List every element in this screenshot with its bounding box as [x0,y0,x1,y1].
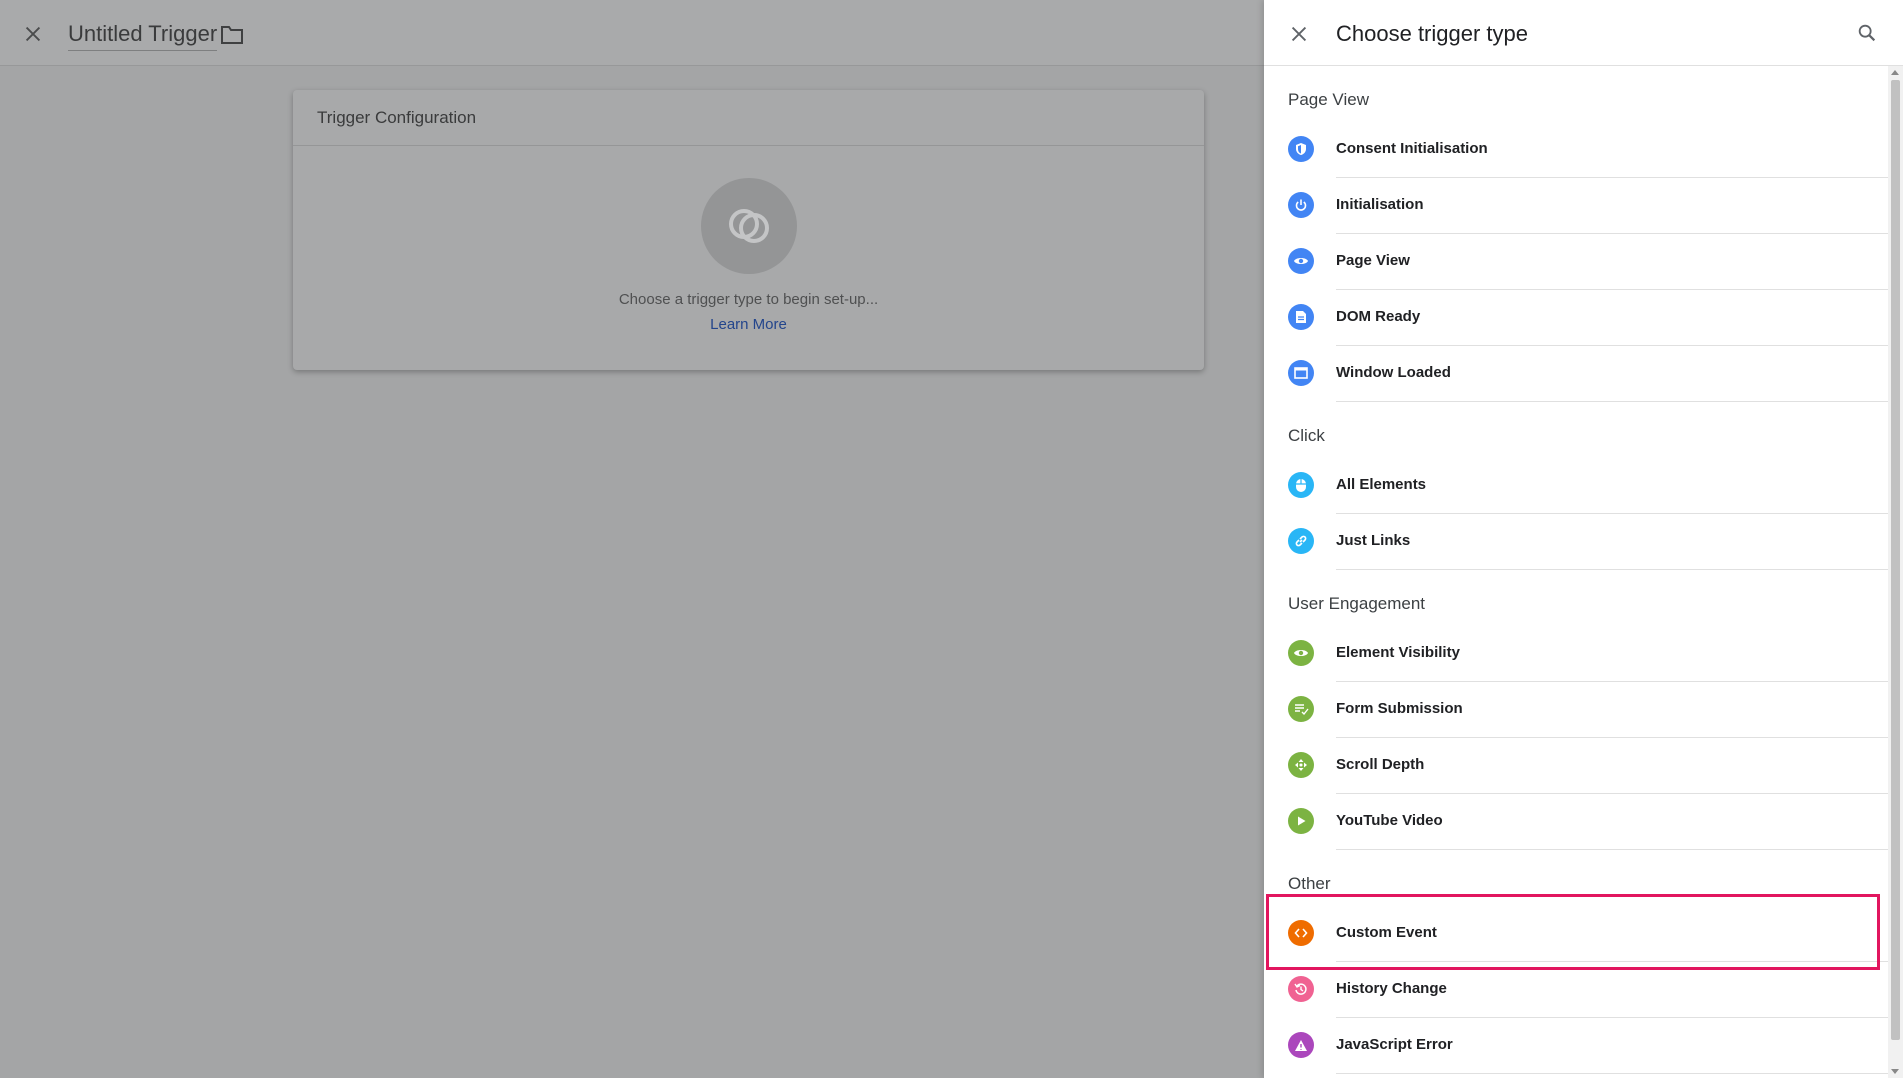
trigger-item-javascript-error[interactable]: JavaScript Error [1264,1018,1888,1074]
trigger-item-label: History Change [1336,980,1447,997]
trigger-item-custom-event[interactable]: Custom Event [1264,906,1888,962]
warning-icon [1288,1032,1314,1058]
panel-title: Choose trigger type [1336,21,1528,46]
section-title-other: Other [1288,874,1331,893]
trigger-item-scroll-depth[interactable]: Scroll Depth [1264,738,1888,794]
search-icon[interactable] [1856,22,1878,44]
trigger-placeholder-icon[interactable] [701,178,797,274]
trigger-item-label: Just Links [1336,532,1411,549]
trigger-item-label: DOM Ready [1336,308,1421,325]
move-arrows-icon [1288,752,1314,778]
mouse-icon [1288,472,1314,498]
shield-icon [1288,136,1314,162]
learn-more-link[interactable]: Learn More [293,316,1204,333]
history-icon [1288,976,1314,1002]
panel-header: Choose trigger type [1264,0,1903,66]
section-title-user-engagement: User Engagement [1288,594,1426,613]
trigger-item-window-loaded[interactable]: Window Loaded [1264,346,1888,402]
trigger-item-youtube-video[interactable]: YouTube Video [1264,794,1888,850]
choose-trigger-type-panel: Choose trigger type Page View Consent In… [1264,0,1903,1078]
trigger-item-label: Initialisation [1336,196,1424,213]
play-icon [1288,808,1314,834]
section-title-page-view: Page View [1288,90,1369,109]
power-icon [1288,192,1314,218]
trigger-item-form-submission[interactable]: Form Submission [1264,682,1888,738]
trigger-item-label: YouTube Video [1336,812,1443,829]
trigger-item-label: Element Visibility [1336,644,1460,661]
trigger-item-just-links[interactable]: Just Links [1264,514,1888,570]
close-icon[interactable] [1288,23,1310,45]
editor-header: Untitled Trigger [0,0,1264,66]
trigger-item-label: Scroll Depth [1336,756,1425,773]
trigger-item-label: Custom Event [1336,924,1437,941]
choose-trigger-hint: Choose a trigger type to begin set-up... [618,291,879,308]
trigger-item-page-view[interactable]: Page View [1264,234,1888,290]
trigger-item-label: JavaScript Error [1336,1036,1453,1053]
trigger-item-consent-initialisation[interactable]: Consent Initialisation [1264,122,1888,178]
trigger-item-initialisation[interactable]: Initialisation [1264,178,1888,234]
trigger-item-history-change[interactable]: History Change [1264,962,1888,1018]
form-check-icon [1288,696,1314,722]
section-title-click: Click [1288,426,1325,445]
document-icon [1288,304,1314,330]
divider [1336,849,1888,850]
divider [1336,1073,1888,1074]
trigger-item-label: Form Submission [1336,700,1463,717]
divider [1336,401,1888,402]
trigger-item-label: Window Loaded [1336,364,1451,381]
code-icon [1288,920,1314,946]
close-icon[interactable] [22,23,44,45]
trigger-item-all-elements[interactable]: All Elements [1264,458,1888,514]
panel-scrollbar[interactable] [1888,66,1903,1078]
trigger-item-element-visibility[interactable]: Element Visibility [1264,626,1888,682]
trigger-name-field[interactable]: Untitled Trigger [68,20,218,51]
eye-icon [1288,248,1314,274]
card-header: Trigger Configuration [293,90,1204,146]
scroll-up-arrow-icon[interactable] [1891,70,1899,75]
divider [1336,569,1888,570]
eye-icon [1288,640,1314,666]
folder-icon[interactable] [220,24,244,46]
trigger-configuration-card[interactable]: Trigger Configuration Choose a trigger t… [293,90,1204,370]
trigger-item-dom-ready[interactable]: DOM Ready [1264,290,1888,346]
trigger-item-label: Page View [1336,252,1410,269]
trigger-type-list: Page View Consent Initialisation Initial… [1264,66,1888,1078]
scroll-down-arrow-icon[interactable] [1891,1069,1899,1074]
scrollbar-thumb[interactable] [1891,80,1900,1040]
trigger-item-label: Consent Initialisation [1336,140,1488,157]
trigger-item-label: All Elements [1336,476,1427,493]
window-icon [1288,360,1314,386]
card-title: Trigger Configuration [317,108,477,127]
link-icon [1288,528,1314,554]
